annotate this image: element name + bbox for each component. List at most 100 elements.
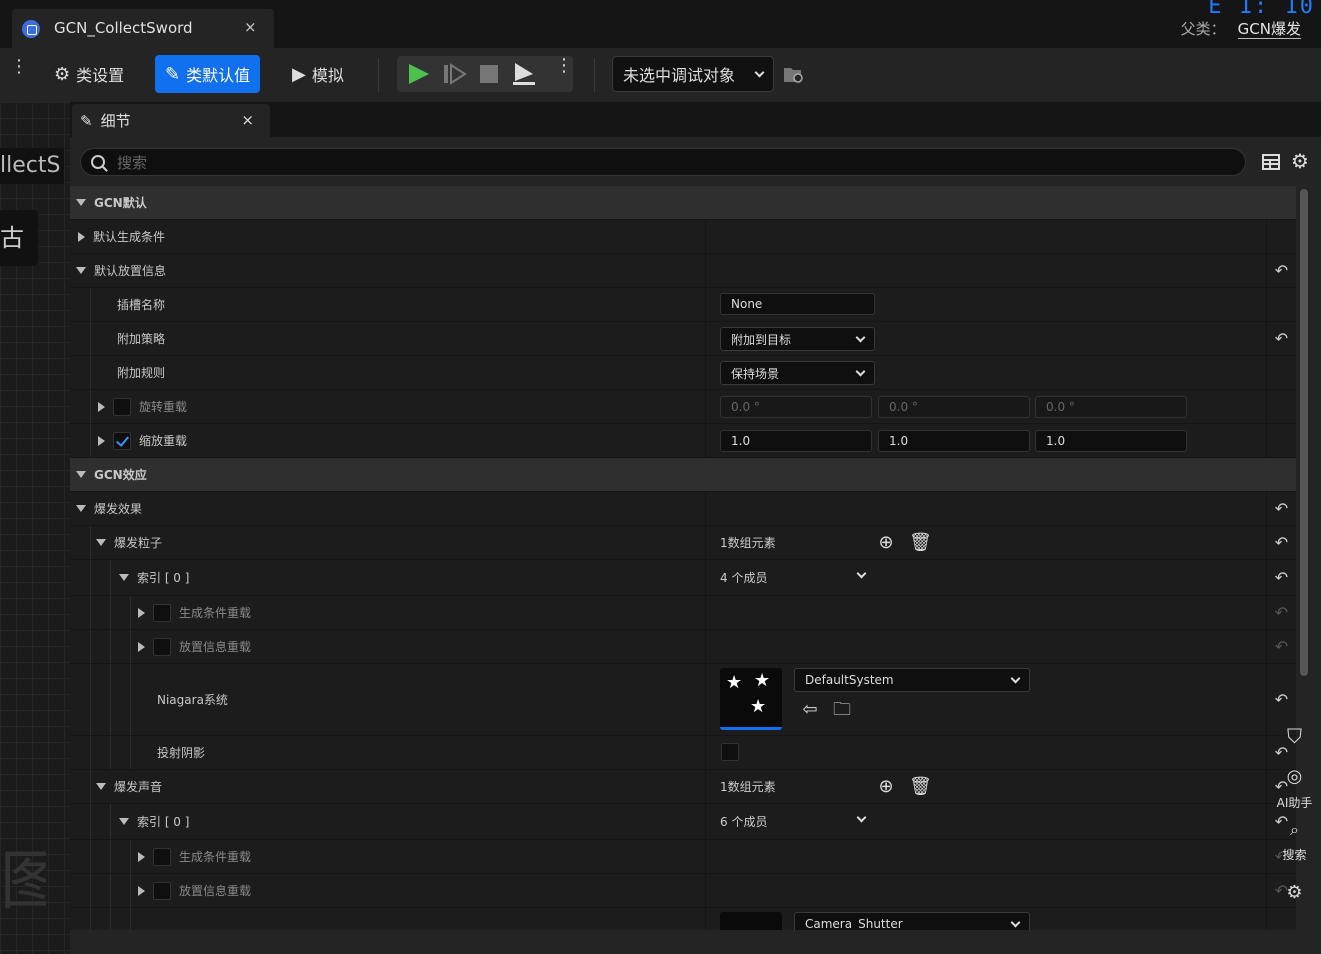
reset-icon[interactable]: ↶ xyxy=(1266,254,1296,287)
property-burst-particles[interactable]: 爆发粒子 1数组元素 ⊕ 🗑 ↶ xyxy=(70,526,1296,560)
property-burst-sounds[interactable]: 爆发声音 1数组元素 ⊕ 🗑 ↶ xyxy=(70,770,1296,804)
indent-guide xyxy=(90,526,91,559)
cast-shadow-checkbox[interactable] xyxy=(721,743,739,761)
eject-icon[interactable] xyxy=(511,62,537,86)
scale-y-field[interactable]: 1.0 xyxy=(878,430,1030,452)
property-niagara-system: Niagara系统 ★ ★ ★ DefaultSystem ⇦ 🗀 ↶ xyxy=(70,664,1296,736)
indent-guide xyxy=(110,596,111,629)
indent-guide xyxy=(130,664,131,735)
add-element-icon[interactable]: ⊕ xyxy=(876,533,896,553)
property-default-spawn[interactable]: 默认生成条件 xyxy=(70,220,1296,254)
category-gcn-default[interactable]: GCN默认 xyxy=(70,186,1296,220)
debug-object-dropdown[interactable]: 未选中调试对象 xyxy=(612,56,774,92)
class-defaults-label: 类默认值 xyxy=(186,66,251,85)
category-gcn-effects[interactable]: GCN效应 xyxy=(70,458,1296,492)
expand-icon[interactable] xyxy=(138,607,145,618)
indent-guide xyxy=(90,424,91,457)
toolbar: ⋮ ⚙ 类设置 ✎ 类默认值 ▶ 模拟 ⋮ 未选中调试对象 xyxy=(0,48,1321,102)
property-index-0[interactable]: 索引 [ 0 ] 4 个成员 ↶ xyxy=(70,560,1296,596)
trash-icon[interactable]: 🗑 xyxy=(909,777,932,797)
rotation-x-field: 0.0 ° xyxy=(720,396,872,418)
spawn-override-checkbox[interactable] xyxy=(153,603,171,622)
value-column xyxy=(705,526,706,559)
details-panel: 搜索 ⚙ GCN默认 默认生成条件 默认放置信息 ↶ 插槽名称 None 附加策略附… xyxy=(70,137,1321,954)
reset-icon[interactable]: ↶ xyxy=(1266,560,1296,595)
search-icon[interactable]: ⌕ xyxy=(1268,820,1321,840)
property-index-0[interactable]: 索引 [ 0 ] 6 个成员 ↶ xyxy=(70,804,1296,840)
expand-icon[interactable] xyxy=(98,435,105,446)
property-place-override: 放置信息重载 ↶ xyxy=(70,874,1296,908)
reset-icon[interactable]: ↶ xyxy=(1266,322,1296,355)
parent-class-link[interactable]: GCN爆发 xyxy=(1237,20,1301,39)
search-input[interactable]: 搜索 xyxy=(80,148,1246,176)
value-column xyxy=(705,804,706,839)
value-column xyxy=(705,390,706,423)
browse-folder-icon[interactable] xyxy=(783,65,805,85)
spawn-override-checkbox[interactable] xyxy=(153,847,171,866)
gear-icon[interactable]: ⚙ xyxy=(1268,882,1321,903)
socket-name-field[interactable]: None xyxy=(720,293,875,315)
scale-z-field[interactable]: 1.0 xyxy=(1035,430,1187,452)
scale-override-checkbox[interactable] xyxy=(113,431,131,450)
ai-assistant-label[interactable]: AI助手 xyxy=(1268,794,1321,811)
play-options-icon[interactable]: ⋮ xyxy=(555,57,573,75)
expand-icon[interactable] xyxy=(138,851,145,862)
attach-rule-dropdown[interactable]: 保持场景 xyxy=(720,361,875,385)
add-element-icon[interactable]: ⊕ xyxy=(876,777,896,797)
sound-thumbnail[interactable] xyxy=(720,912,782,930)
use-selected-icon[interactable]: ⇦ xyxy=(800,700,820,720)
gear-icon: ⚙ xyxy=(54,63,71,85)
indent-guide xyxy=(130,596,131,629)
scale-x-field[interactable]: 1.0 xyxy=(720,430,872,452)
play-icon[interactable] xyxy=(407,63,431,85)
collapse-icon xyxy=(76,471,86,478)
value-column xyxy=(705,840,706,873)
rotation-override-checkbox[interactable] xyxy=(113,397,131,416)
collapse-icon xyxy=(76,199,86,206)
property-default-place[interactable]: 默认放置信息 ↶ xyxy=(70,254,1296,288)
search-tool-label[interactable]: 搜索 xyxy=(1268,846,1321,863)
stop-icon[interactable] xyxy=(479,64,499,84)
class-settings-button[interactable]: ⚙ 类设置 xyxy=(44,55,134,93)
expand-icon[interactable] xyxy=(138,885,145,896)
value-column xyxy=(705,220,706,253)
settings-icon[interactable]: ⚙ xyxy=(1291,149,1309,173)
reset-icon: ↶ xyxy=(1266,630,1296,663)
sound-dropdown[interactable]: Camera_Shutter xyxy=(794,912,1030,930)
trash-icon[interactable]: 🗑 xyxy=(909,533,932,553)
value-column xyxy=(705,424,706,457)
niagara-system-dropdown[interactable]: DefaultSystem xyxy=(794,668,1030,692)
toolbar-menu-icon[interactable]: ⋮ xyxy=(10,58,28,76)
niagara-thumbnail[interactable]: ★ ★ ★ xyxy=(720,668,782,730)
chevron-down-icon[interactable] xyxy=(856,812,867,823)
dropdown-value: 保持场景 xyxy=(731,366,780,381)
indent-guide xyxy=(90,664,91,735)
shield-icon[interactable]: ⛉ xyxy=(1268,724,1321,748)
details-tab[interactable]: ✎ 细节 × xyxy=(72,104,270,137)
attach-policy-dropdown[interactable]: 附加到目标 xyxy=(720,327,875,351)
expand-icon[interactable] xyxy=(138,641,145,652)
property-rotation-override: 旋转重载 0.0 ° 0.0 ° 0.0 ° xyxy=(70,390,1296,424)
rotation-z-field: 0.0 ° xyxy=(1035,396,1187,418)
reset-icon[interactable]: ↶ xyxy=(1266,492,1296,525)
ai-assistant-icon[interactable]: ◎ xyxy=(1268,766,1321,787)
browse-asset-icon[interactable]: 🗀 xyxy=(832,700,852,720)
collapse-icon xyxy=(76,267,86,274)
close-icon[interactable]: × xyxy=(244,18,257,36)
place-override-checkbox[interactable] xyxy=(153,881,171,900)
reset-icon[interactable]: ↶ xyxy=(1266,526,1296,559)
class-defaults-button[interactable]: ✎ 类默认值 xyxy=(155,55,261,93)
place-override-checkbox[interactable] xyxy=(153,637,171,656)
close-icon[interactable]: × xyxy=(241,111,254,129)
corner-digits: E 1: 10 xyxy=(1208,0,1315,19)
step-icon[interactable] xyxy=(443,63,467,85)
table-view-icon[interactable] xyxy=(1262,153,1280,171)
property-burst-effects[interactable]: 爆发效果 ↶ xyxy=(70,492,1296,526)
scrollbar[interactable] xyxy=(1300,189,1308,676)
asset-tab[interactable]: GCN_CollectSword × xyxy=(12,9,274,48)
indent-guide xyxy=(90,908,91,930)
chevron-down-icon[interactable] xyxy=(856,568,867,579)
simulate-button[interactable]: ▶ 模拟 xyxy=(282,55,354,93)
reset-column xyxy=(1266,908,1296,930)
expand-icon[interactable] xyxy=(98,401,105,412)
